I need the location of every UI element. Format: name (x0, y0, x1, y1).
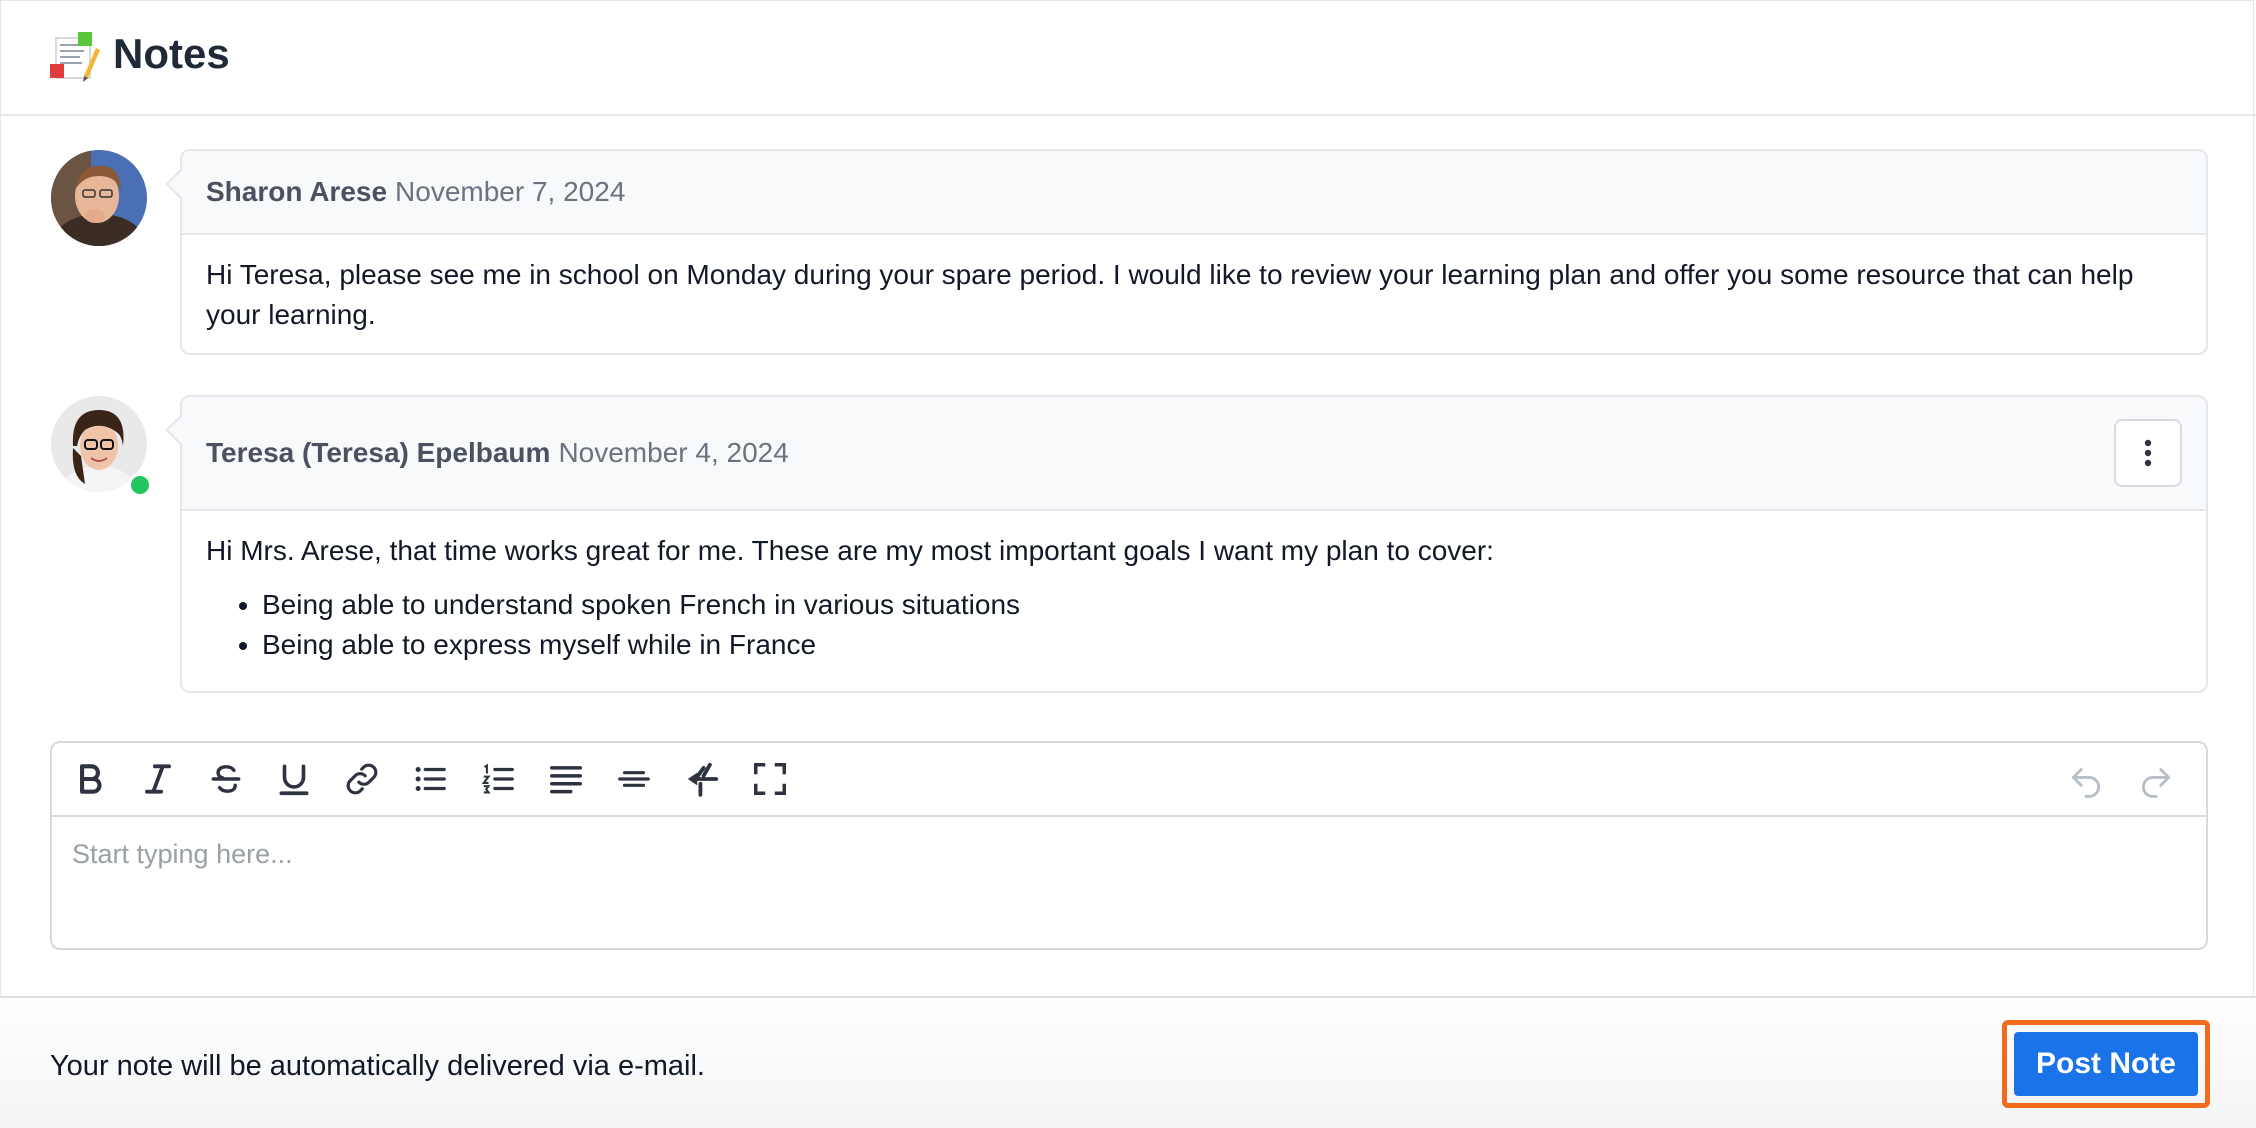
note-date: November 4, 2024 (558, 437, 789, 468)
italic-button[interactable] (136, 757, 180, 801)
delivery-notice: Your note will be automatically delivere… (50, 1050, 705, 1082)
fullscreen-button[interactable] (748, 757, 792, 801)
underline-button[interactable] (272, 757, 316, 801)
note-card: Teresa (Teresa) Epelbaum November 4, 202… (180, 395, 2208, 693)
numbered-list-button[interactable] (476, 757, 520, 801)
page-title: Notes (113, 30, 230, 77)
note-editor: Start typing here... (50, 741, 2208, 950)
list-item: Being able to understand spoken French i… (262, 585, 2182, 625)
underline-icon (279, 764, 309, 796)
clear-format-button[interactable] (680, 757, 724, 801)
note-author: Sharon Arese (206, 176, 388, 207)
note-author: Teresa (Teresa) Epelbaum (206, 437, 551, 468)
undo-icon (2071, 768, 2101, 798)
post-note-highlight: Post Note (2002, 1020, 2210, 1108)
bullet-list-icon (415, 766, 446, 792)
note-menu-button[interactable] (2114, 419, 2182, 487)
clear-format-icon (687, 762, 719, 797)
horizontal-rule-button[interactable] (612, 757, 656, 801)
note-text: Hi Mrs. Arese, that time works great for… (206, 535, 1494, 566)
numbered-list-icon (481, 763, 514, 794)
note-date: November 7, 2024 (395, 176, 626, 207)
link-icon (346, 763, 378, 795)
note-bullet-list: Being able to understand spoken French i… (206, 585, 2182, 665)
strikethrough-button[interactable] (204, 757, 248, 801)
note-card: Sharon Arese November 7, 2024 Hi Teresa,… (180, 149, 2208, 355)
bold-icon (80, 764, 102, 794)
avatar-sharon (51, 150, 147, 246)
note-header: Sharon Arese November 7, 2024 (182, 151, 2206, 235)
horizontal-rule-icon (618, 771, 650, 787)
note-body: Hi Mrs. Arese, that time works great for… (182, 511, 2206, 683)
notes-icon (50, 30, 100, 84)
kebab-menu-icon (2144, 439, 2152, 467)
bullet-list-button[interactable] (408, 757, 452, 801)
fullscreen-icon (754, 763, 786, 795)
notes-header: Notes (0, 0, 2256, 116)
post-note-button[interactable]: Post Note (2014, 1032, 2198, 1096)
redo-icon (2141, 768, 2171, 798)
note-header: Teresa (Teresa) Epelbaum November 4, 202… (182, 397, 2206, 511)
online-status-indicator (128, 473, 152, 497)
list-item: Being able to express myself while in Fr… (262, 625, 2182, 665)
align-button[interactable] (544, 757, 588, 801)
bold-button[interactable] (68, 757, 112, 801)
note-footer: Your note will be automatically delivere… (0, 996, 2256, 1128)
italic-icon (145, 764, 171, 794)
link-button[interactable] (340, 757, 384, 801)
strikethrough-icon (211, 765, 241, 793)
note-input[interactable]: Start typing here... (72, 839, 293, 870)
editor-toolbar (52, 743, 2206, 817)
redo-button[interactable] (2134, 757, 2178, 801)
note-body: Hi Teresa, please see me in school on Mo… (206, 259, 2134, 330)
align-icon (550, 766, 582, 794)
undo-button[interactable] (2064, 757, 2108, 801)
